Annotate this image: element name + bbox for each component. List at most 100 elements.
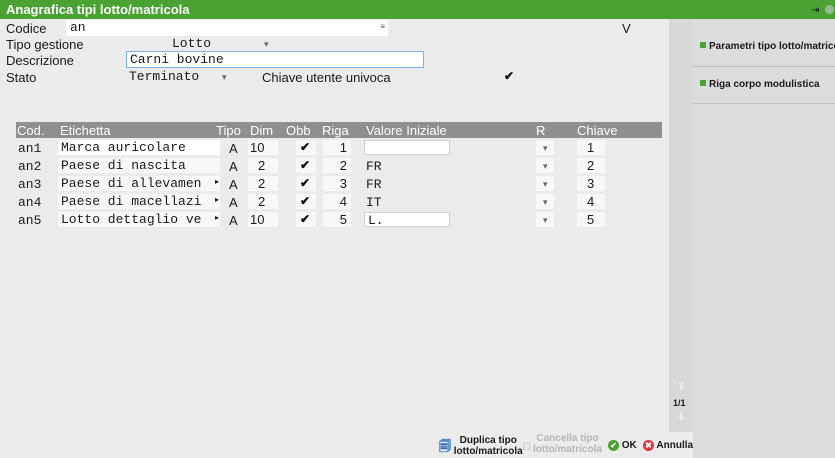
stato-select[interactable]: Terminato ▾ [126,69,234,85]
cell-obb-checkbox[interactable]: ✔ [296,158,316,173]
list-icon[interactable]: ≡ [380,22,385,31]
bullet-icon [700,80,706,86]
col-r[interactable]: R [536,123,545,138]
check-icon: ✔ [300,194,311,208]
stato-value: Terminato [129,69,200,84]
bullet-icon [700,42,706,48]
cell-obb-checkbox[interactable]: ✔ [296,212,316,227]
cell-obb-checkbox[interactable]: ✔ [296,194,316,209]
sidebar-divider [693,66,835,67]
col-chiave[interactable]: Chiave [577,123,617,138]
overflow-arrow-icon: ▸ [214,213,219,222]
window-title: Anagrafica tipi lotto/matricola [6,2,190,17]
cell-riga[interactable]: 1 [323,140,351,155]
cell-cod: an4 [18,195,42,210]
cell-cod: an5 [18,213,42,228]
cell-chiave[interactable]: 3 [577,176,605,191]
cell-etichetta[interactable]: Marca auricolare [58,140,220,155]
tipo-gestione-select[interactable]: Lotto ▾ [168,36,269,52]
cell-riga[interactable]: 4 [323,194,351,209]
cell-chiave[interactable]: 2 [577,158,605,173]
cell-r-select[interactable]: ▾ [536,140,554,155]
vertical-scrollbar[interactable] [669,19,693,432]
descrizione-value: Carni bovine [130,52,224,67]
stato-label: Stato [6,70,37,85]
col-obb[interactable]: Obb [286,123,311,138]
chevron-down-icon: ▾ [543,197,548,207]
cell-obb-checkbox[interactable]: ✔ [296,140,316,155]
cell-valore[interactable]: FR [366,159,382,174]
sidebar-divider [693,103,835,104]
cell-etichetta[interactable]: Paese di nascita [58,158,220,173]
cell-etichetta[interactable]: Lotto dettaglio ve ▸ [58,212,220,227]
scroll-down-icon[interactable]: ⇩ [677,412,685,423]
cell-valore[interactable]: FR [366,177,382,192]
cell-cod: an3 [18,177,42,192]
title-bar: Anagrafica tipi lotto/matricola ⇥ [0,0,835,19]
cell-etichetta[interactable]: Paese di macellazi ▸ [58,194,220,209]
cell-dim[interactable]: 10 [248,140,278,155]
col-etichetta[interactable]: Etichetta [60,123,111,138]
cell-chiave[interactable]: 5 [577,212,605,227]
cell-r-select[interactable]: ▾ [536,212,554,227]
check-icon: ✔ [300,158,311,172]
cell-dim[interactable]: 10 [248,212,278,227]
duplica-button[interactable]: 🗐 Duplica tipo lotto/matricola [439,433,523,458]
cell-cod: an1 [18,141,42,156]
col-riga[interactable]: Riga [322,123,349,138]
cell-chiave[interactable]: 4 [577,194,605,209]
descrizione-input[interactable]: Carni bovine [126,51,424,68]
check-icon: ✔ [300,212,311,226]
scroll-up-icon[interactable]: ⇧ [677,381,685,392]
descrizione-label: Descrizione [6,53,74,68]
cancella-button[interactable]: □ Cancella tipo lotto/matricola [523,433,602,455]
cell-dim[interactable]: 2 [248,194,278,209]
chevron-down-icon: ▾ [543,179,548,189]
annulla-button[interactable]: ✖ Annulla [643,440,693,451]
overflow-arrow-icon: ▸ [214,177,219,186]
col-tipo[interactable]: Tipo [216,123,241,138]
minimize-icon[interactable] [825,5,834,14]
cell-riga[interactable]: 2 [323,158,351,173]
codice-value: an [70,20,86,35]
chiave-utente-checkbox[interactable]: ✔ [504,69,514,83]
cell-r-select[interactable]: ▾ [536,158,554,173]
cell-r-select[interactable]: ▾ [536,194,554,209]
cell-obb-checkbox[interactable]: ✔ [296,176,316,191]
cell-cod: an2 [18,159,42,174]
pin-icon[interactable]: ⇥ [811,5,819,16]
cell-tipo: A [229,159,238,174]
cell-dim[interactable]: 2 [248,176,278,191]
duplicate-icon: 🗐 [439,439,451,453]
chevron-down-icon: ▾ [543,143,548,153]
cell-riga[interactable]: 3 [323,176,351,191]
col-valore[interactable]: Valore Iniziale [366,123,447,138]
window-controls: ⇥ [811,3,835,16]
cell-valore[interactable] [364,140,450,155]
codice-field[interactable]: an ≡ [66,20,388,36]
chevron-down-icon: ▾ [543,215,548,225]
col-dim[interactable]: Dim [250,123,273,138]
cell-valore[interactable]: IT [366,195,382,210]
chiave-utente-label: Chiave utente univoca [262,70,391,85]
check-circle-icon: ✔ [608,440,619,451]
cell-etichetta[interactable]: Paese di allevamen ▸ [58,176,220,191]
cell-dim[interactable]: 2 [248,158,278,173]
riga-corpo-button[interactable]: Riga corpo modulistica [700,79,820,90]
page-indicator: 1/1 [673,398,686,408]
cell-tipo: A [229,141,238,156]
ok-button[interactable]: ✔ OK [608,440,637,451]
check-icon: ✔ [300,176,311,190]
cancel-circle-icon: ✖ [643,440,654,451]
cell-chiave[interactable]: 1 [577,140,605,155]
cell-tipo: A [229,195,238,210]
cell-valore[interactable]: L. [364,212,450,228]
grid-header: Cod. Etichetta Tipo Dim Obb Riga Valore … [16,122,662,138]
chevron-down-icon: ▾ [543,161,548,171]
parametri-tipo-button[interactable]: Parametri tipo lotto/matricola [700,41,835,52]
tipo-gestione-value: Lotto [172,36,212,51]
delete-icon: □ [523,439,531,453]
col-cod[interactable]: Cod. [17,123,44,138]
cell-riga[interactable]: 5 [323,212,351,227]
cell-r-select[interactable]: ▾ [536,176,554,191]
